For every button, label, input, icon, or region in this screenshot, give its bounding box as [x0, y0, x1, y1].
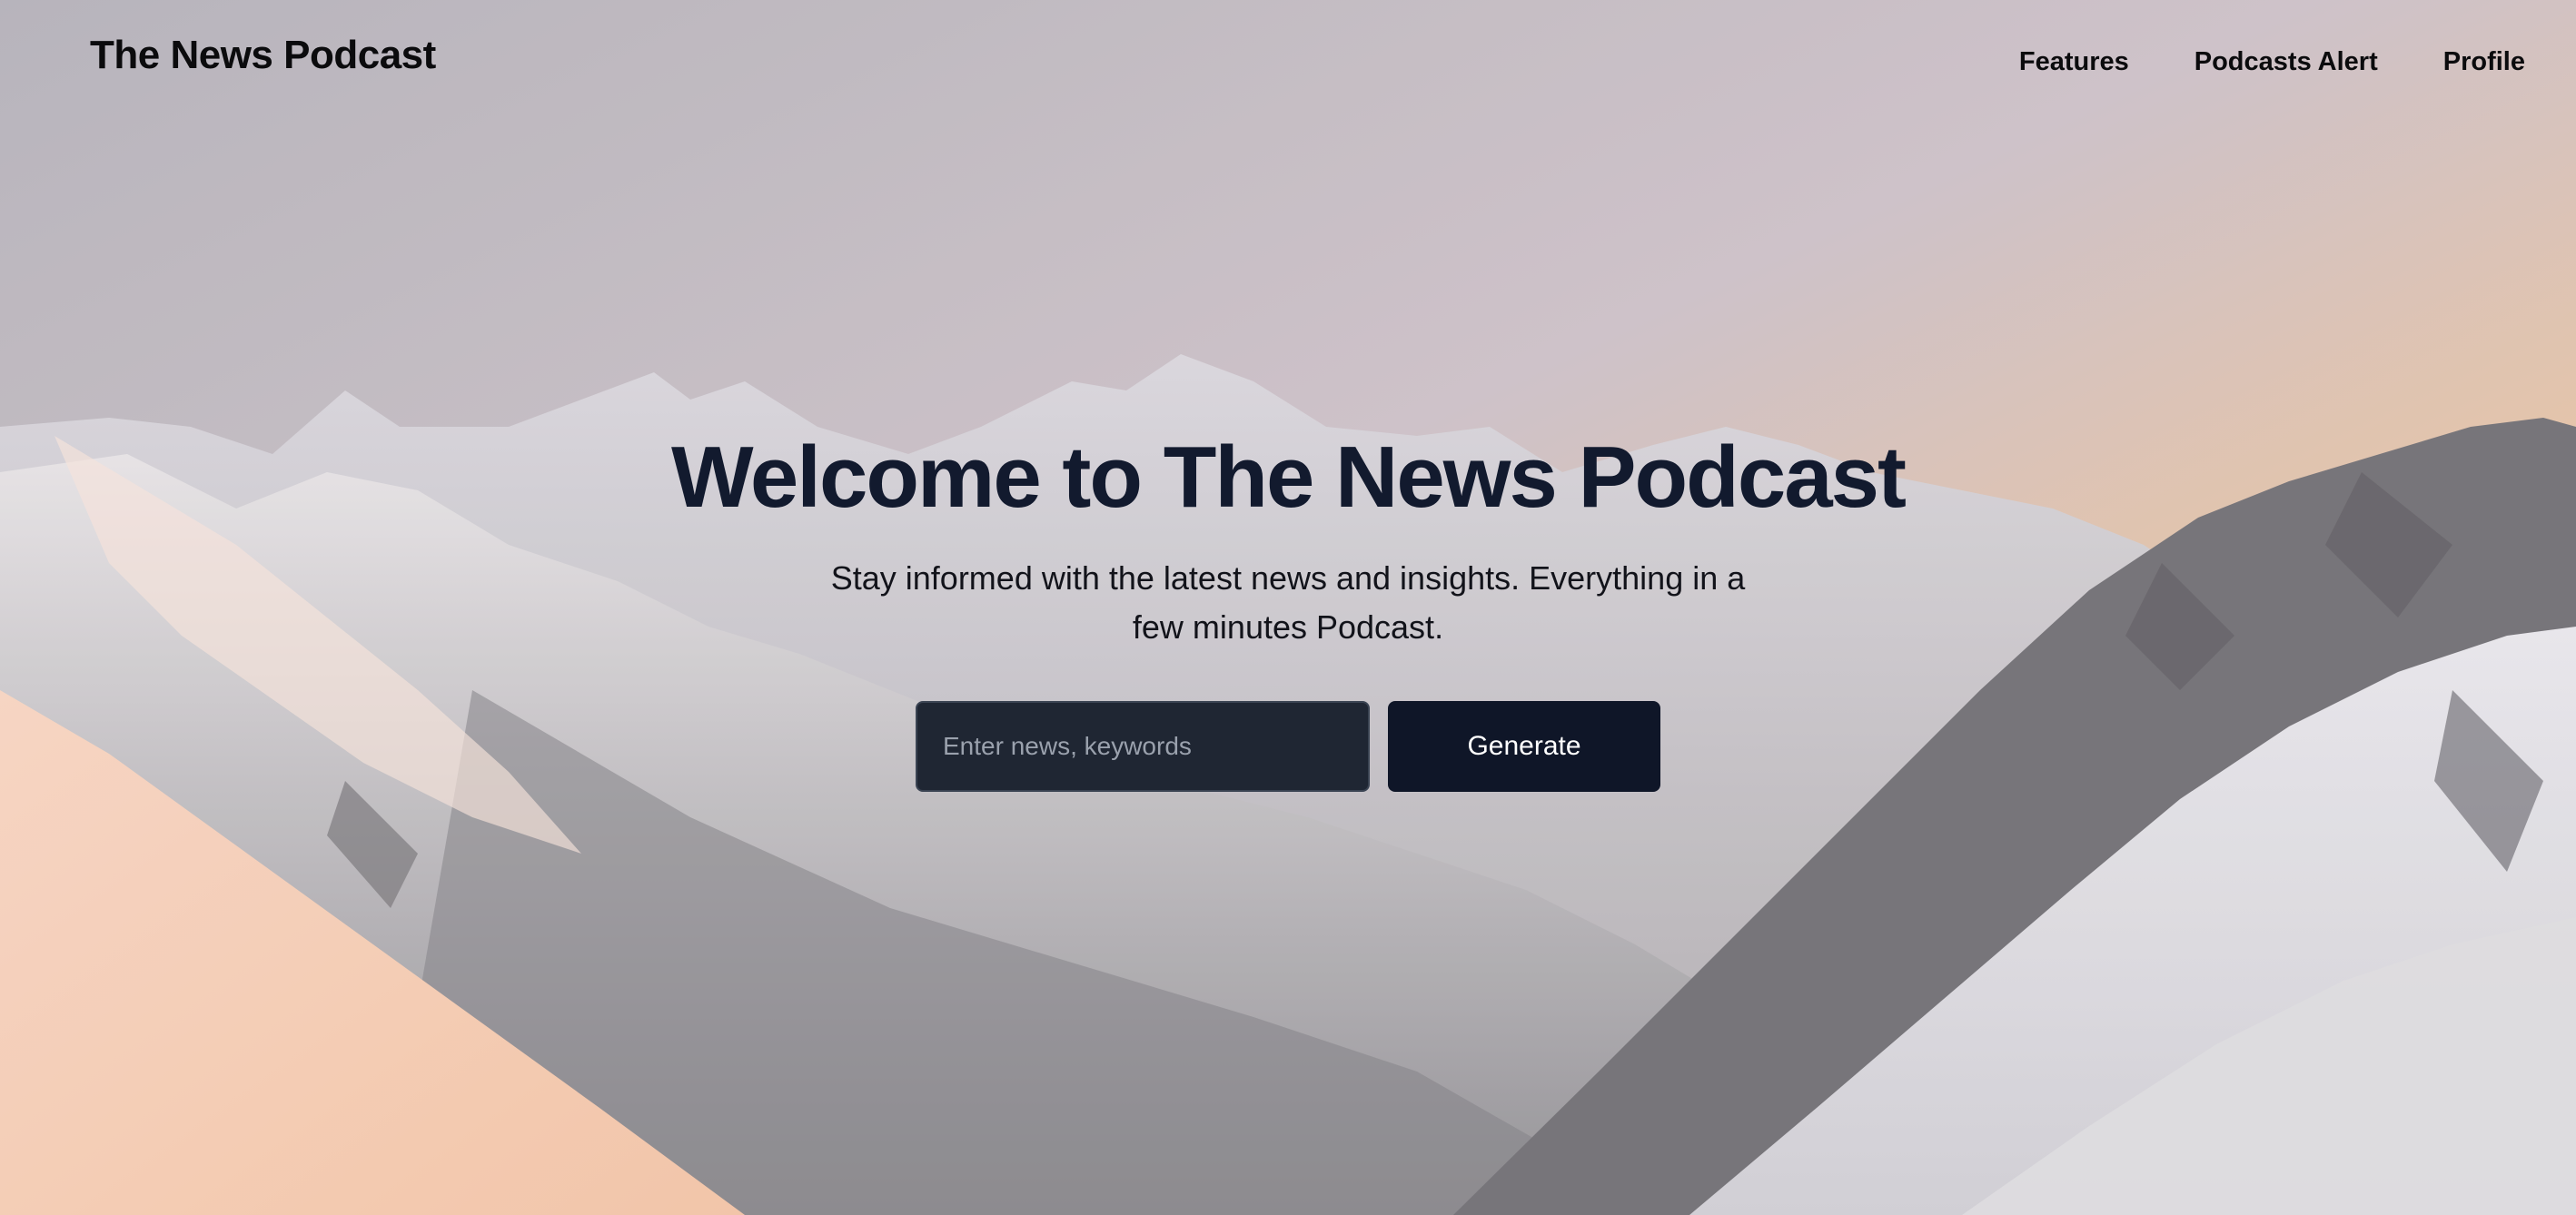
hero-subtitle: Stay informed with the latest news and i… [830, 559, 1746, 646]
nav-link-features[interactable]: Features [2019, 47, 2129, 77]
hero-title: Welcome to The News Podcast [671, 429, 1907, 526]
brand-logo-text[interactable]: The News Podcast [90, 33, 436, 78]
generate-button[interactable]: Generate [1388, 701, 1660, 792]
landing-page: The News Podcast Features Podcasts Alert… [0, 0, 2576, 1215]
search-input[interactable] [916, 701, 1370, 792]
nav-link-podcasts-alert[interactable]: Podcasts Alert [2195, 47, 2378, 77]
nav-link-profile[interactable]: Profile [2443, 47, 2525, 77]
nav-links: Features Podcasts Alert Profile [2019, 47, 2525, 77]
hero-section: Welcome to The News Podcast Stay informe… [0, 427, 2576, 792]
search-form: Generate [0, 701, 2576, 792]
top-navbar: The News Podcast Features Podcasts Alert… [0, 0, 2576, 127]
